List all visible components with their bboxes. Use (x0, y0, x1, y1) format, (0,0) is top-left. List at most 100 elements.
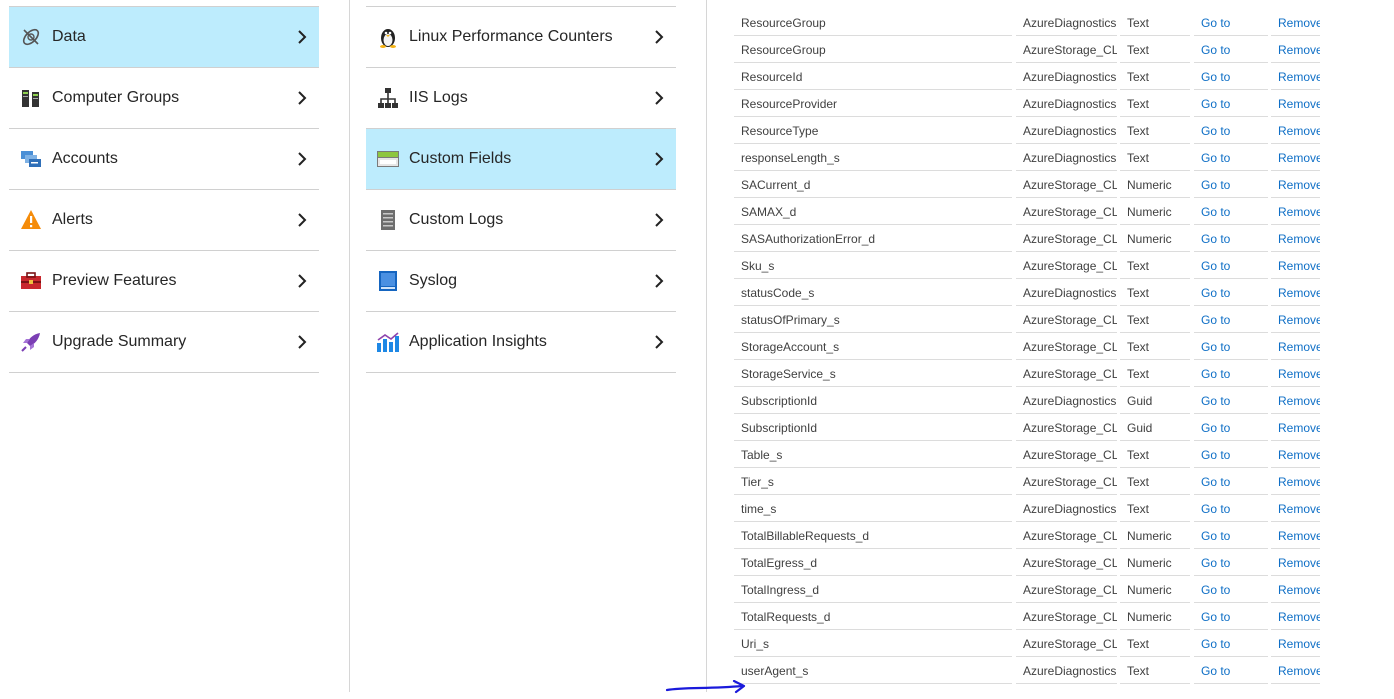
remove-link[interactable]: Remove (1271, 145, 1320, 171)
accounts-icon (19, 147, 43, 171)
remove-link[interactable]: Remove (1271, 361, 1320, 387)
go-to-link[interactable]: Go to (1194, 550, 1268, 576)
field-type-cell: AzureDiagnostics (1016, 496, 1117, 522)
remove-link[interactable]: Remove (1271, 199, 1320, 225)
field-datatype-cell: Text (1120, 631, 1190, 657)
go-to-link[interactable]: Go to (1194, 496, 1268, 522)
menu-item-label: Custom Logs (409, 211, 504, 228)
remove-link[interactable]: Remove (1271, 658, 1320, 684)
remove-link[interactable]: Remove (1271, 415, 1320, 441)
go-to-link[interactable]: Go to (1194, 253, 1268, 279)
go-to-link[interactable]: Go to (1194, 523, 1268, 549)
panel-divider (706, 0, 707, 692)
menu-item-accounts[interactable]: Accounts (9, 129, 319, 190)
table-row: Uri_s AzureStorage_CL Text Go to Remove (734, 631, 1320, 658)
go-to-link[interactable]: Go to (1194, 172, 1268, 198)
field-datatype-cell: Guid (1120, 388, 1190, 414)
table-row: TotalEgress_d AzureStorage_CL Numeric Go to… (734, 550, 1320, 577)
field-datatype-cell: Text (1120, 253, 1190, 279)
go-to-link[interactable]: Go to (1194, 577, 1268, 603)
go-to-link[interactable]: Go to (1194, 64, 1268, 90)
remove-link[interactable]: Remove (1271, 10, 1320, 36)
remove-link[interactable]: Remove (1271, 307, 1320, 333)
go-to-link[interactable]: Go to (1194, 442, 1268, 468)
go-to-link[interactable]: Go to (1194, 334, 1268, 360)
go-to-link[interactable]: Go to (1194, 226, 1268, 252)
remove-link[interactable]: Remove (1271, 469, 1320, 495)
remove-link[interactable]: Remove (1271, 442, 1320, 468)
remove-link[interactable]: Remove (1271, 253, 1320, 279)
remove-link[interactable]: Remove (1271, 280, 1320, 306)
table-row: ResourceType AzureDiagnostics Text Go to Rem… (734, 118, 1320, 145)
go-to-link[interactable]: Go to (1194, 199, 1268, 225)
menu-item-label: Syslog (409, 272, 458, 289)
field-name-cell: time_s (734, 496, 1012, 522)
go-to-link[interactable]: Go to (1194, 91, 1268, 117)
field-type-cell: AzureStorage_CL (1016, 334, 1117, 360)
remove-link[interactable]: Remove (1271, 577, 1320, 603)
go-to-link[interactable]: Go to (1194, 118, 1268, 144)
settings-menu: Data Computer Groups Accounts Alerts Pre… (9, 6, 319, 373)
field-name-cell: ResourceId (734, 64, 1012, 90)
field-name-cell: SAMAX_d (734, 199, 1012, 225)
field-type-cell: AzureDiagnostics (1016, 91, 1117, 117)
remove-link[interactable]: Remove (1271, 226, 1320, 252)
syslog-book-icon (376, 269, 400, 293)
menu-item-alerts[interactable]: Alerts (9, 190, 319, 251)
go-to-link[interactable]: Go to (1194, 604, 1268, 630)
field-datatype-cell: Numeric (1120, 199, 1190, 225)
remove-link[interactable]: Remove (1271, 496, 1320, 522)
go-to-link[interactable]: Go to (1194, 307, 1268, 333)
go-to-link[interactable]: Go to (1194, 415, 1268, 441)
remove-link[interactable]: Remove (1271, 37, 1320, 63)
go-to-link[interactable]: Go to (1194, 280, 1268, 306)
go-to-link[interactable]: Go to (1194, 37, 1268, 63)
go-to-link[interactable]: Go to (1194, 388, 1268, 414)
remove-link[interactable]: Remove (1271, 172, 1320, 198)
field-datatype-cell: Text (1120, 658, 1190, 684)
menu-item-application-insights[interactable]: Application Insights (366, 312, 676, 373)
go-to-link[interactable]: Go to (1194, 658, 1268, 684)
field-type-cell: AzureDiagnostics (1016, 64, 1117, 90)
remove-link[interactable]: Remove (1271, 388, 1320, 414)
menu-item-custom-fields[interactable]: Custom Fields (366, 129, 676, 190)
remove-link[interactable]: Remove (1271, 550, 1320, 576)
field-name-cell: SubscriptionId (734, 388, 1012, 414)
menu-item-data[interactable]: Data (9, 6, 319, 68)
menu-item-iis-logs[interactable]: IIS Logs (366, 68, 676, 129)
field-datatype-cell: Text (1120, 118, 1190, 144)
field-name-cell: Sku_s (734, 253, 1012, 279)
field-type-cell: AzureDiagnostics (1016, 658, 1117, 684)
chevron-right-icon (295, 274, 309, 288)
chevron-right-icon (295, 213, 309, 227)
field-name-cell: ResourceType (734, 118, 1012, 144)
annotation-arrow-icon (665, 680, 746, 694)
field-datatype-cell: Numeric (1120, 604, 1190, 630)
linux-penguin-icon (376, 25, 400, 49)
menu-item-preview-features[interactable]: Preview Features (9, 251, 319, 312)
go-to-link[interactable]: Go to (1194, 469, 1268, 495)
chevron-right-icon (652, 274, 666, 288)
go-to-link[interactable]: Go to (1194, 631, 1268, 657)
remove-link[interactable]: Remove (1271, 118, 1320, 144)
field-type-cell: AzureStorage_CL (1016, 361, 1117, 387)
remove-link[interactable]: Remove (1271, 334, 1320, 360)
remove-link[interactable]: Remove (1271, 604, 1320, 630)
menu-item-linux-performance-counters[interactable]: Linux Performance Counters (366, 6, 676, 68)
menu-item-computer-groups[interactable]: Computer Groups (9, 68, 319, 129)
field-name-cell: ResourceProvider (734, 91, 1012, 117)
field-name-cell: TotalEgress_d (734, 550, 1012, 576)
remove-link[interactable]: Remove (1271, 64, 1320, 90)
go-to-link[interactable]: Go to (1194, 145, 1268, 171)
table-row: SACurrent_d AzureStorage_CL Numeric Go to Re… (734, 172, 1320, 199)
go-to-link[interactable]: Go to (1194, 10, 1268, 36)
menu-item-syslog[interactable]: Syslog (366, 251, 676, 312)
remove-link[interactable]: Remove (1271, 523, 1320, 549)
go-to-link[interactable]: Go to (1194, 361, 1268, 387)
remove-link[interactable]: Remove (1271, 631, 1320, 657)
table-row: userAgent_s AzureDiagnostics Text Go to Remo… (734, 658, 1320, 685)
menu-item-label: Linux Performance Counters (409, 28, 613, 45)
remove-link[interactable]: Remove (1271, 91, 1320, 117)
menu-item-custom-logs[interactable]: Custom Logs (366, 190, 676, 251)
menu-item-upgrade-summary[interactable]: Upgrade Summary (9, 312, 319, 373)
